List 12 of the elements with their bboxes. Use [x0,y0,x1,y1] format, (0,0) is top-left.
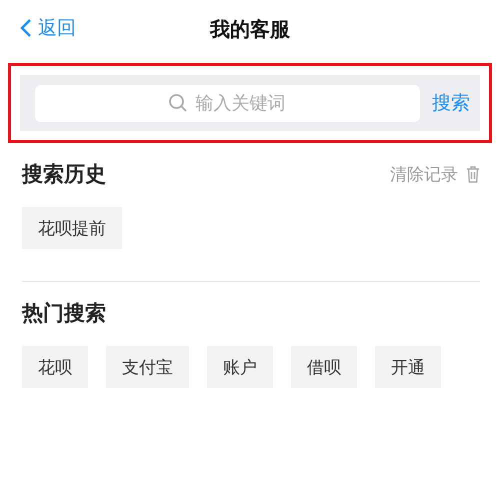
page-title: 我的客服 [210,16,290,42]
search-tag[interactable]: 开通 [375,346,441,388]
trash-icon [466,166,480,182]
search-tag[interactable]: 借呗 [291,346,357,388]
search-field[interactable]: 输入关键词 [35,84,420,122]
search-tag[interactable]: 花呗提前 [22,207,122,249]
section-title: 搜索历史 [22,161,106,188]
search-tag[interactable]: 花呗 [22,346,88,388]
search-tag[interactable]: 账户 [207,346,273,388]
section-title: 热门搜索 [22,300,106,327]
back-icon [20,18,32,38]
search-tag[interactable]: 支付宝 [106,346,189,388]
